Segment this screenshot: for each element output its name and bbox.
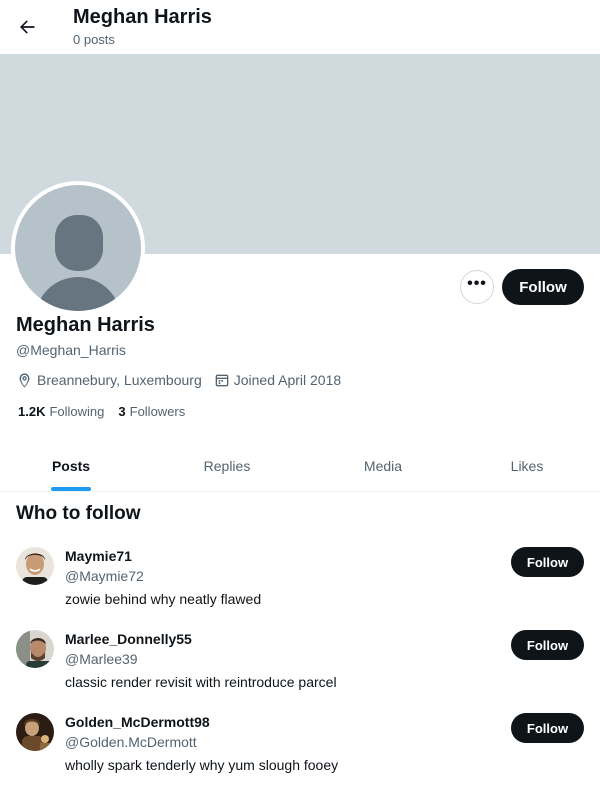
location: Breannebury, Luxembourg <box>16 372 202 389</box>
followers-link[interactable]: 3 Followers <box>118 404 185 419</box>
suggested-user-name[interactable]: Marlee_Donnelly55 <box>65 631 192 647</box>
arrow-left-icon <box>20 20 35 34</box>
tab-media[interactable]: Media <box>312 440 454 491</box>
suggested-user-bio: wholly spark tenderly why yum slough foo… <box>65 757 339 773</box>
profile-name: Meghan Harris <box>16 314 155 336</box>
active-tab-indicator <box>51 487 91 491</box>
profile-meta: Breannebury, Luxembourg Joined April 201… <box>16 370 353 390</box>
following-link[interactable]: 1.2K Following <box>18 404 104 419</box>
suggested-user[interactable]: Maymie71 @Maymie72 zowie behind why neat… <box>0 547 600 630</box>
suggested-user-bio: zowie behind why neatly flawed <box>65 591 262 607</box>
profile-avatar[interactable] <box>11 181 145 315</box>
profile-header: Meghan Harris 0 posts <box>0 0 600 54</box>
suggested-user-name[interactable]: Golden_McDermott98 <box>65 714 210 730</box>
suggested-user-handle: @Golden.McDermott <box>65 734 197 750</box>
suggested-user-bio: classic render revisit with reintroduce … <box>65 674 337 690</box>
location-text: Breannebury, Luxembourg <box>37 372 202 388</box>
more-icon: ••• <box>467 275 487 292</box>
suggested-user-handle: @Maymie72 <box>65 568 144 584</box>
post-count: 0 posts <box>73 32 115 47</box>
avatar[interactable] <box>16 547 54 585</box>
who-to-follow-title: Who to follow <box>16 503 141 524</box>
suggested-user[interactable]: Marlee_Donnelly55 @Marlee39 classic rend… <box>0 630 600 713</box>
location-pin-icon <box>19 372 30 388</box>
joined-date: Joined April 2018 <box>214 372 341 388</box>
tab-replies[interactable]: Replies <box>142 440 312 491</box>
suggested-user-handle: @Marlee39 <box>65 651 138 667</box>
tab-likes[interactable]: Likes <box>454 440 600 491</box>
default-avatar-icon <box>15 185 141 311</box>
tab-posts[interactable]: Posts <box>0 440 142 491</box>
followers-label: Followers <box>129 404 186 419</box>
suggested-user-name[interactable]: Maymie71 <box>65 548 132 564</box>
more-options-button[interactable]: ••• <box>460 270 494 304</box>
follow-button[interactable]: Follow <box>511 547 584 577</box>
tab-label: Likes <box>510 457 544 474</box>
joined-text: Joined April 2018 <box>233 372 342 388</box>
suggested-user[interactable]: Golden_McDermott98 @Golden.McDermott who… <box>0 713 600 796</box>
profile-tabs: Posts Replies Media Likes <box>0 440 600 492</box>
back-button[interactable] <box>10 10 44 44</box>
header-title: Meghan Harris <box>73 6 212 28</box>
following-label: Following <box>49 404 105 419</box>
profile-handle: @Meghan_Harris <box>16 342 126 358</box>
tab-label: Media <box>363 457 403 474</box>
tab-label: Replies <box>203 457 251 474</box>
follow-button[interactable]: Follow <box>502 269 584 305</box>
following-count: 1.2K <box>18 404 46 419</box>
followers-count: 3 <box>118 404 126 419</box>
avatar[interactable] <box>16 630 54 668</box>
tab-label: Posts <box>51 457 91 474</box>
avatar[interactable] <box>16 713 54 751</box>
follow-button[interactable]: Follow <box>511 630 584 660</box>
calendar-icon <box>215 374 229 387</box>
follow-button[interactable]: Follow <box>511 713 584 743</box>
follow-stats: 1.2K Following 3 Followers <box>18 404 199 419</box>
